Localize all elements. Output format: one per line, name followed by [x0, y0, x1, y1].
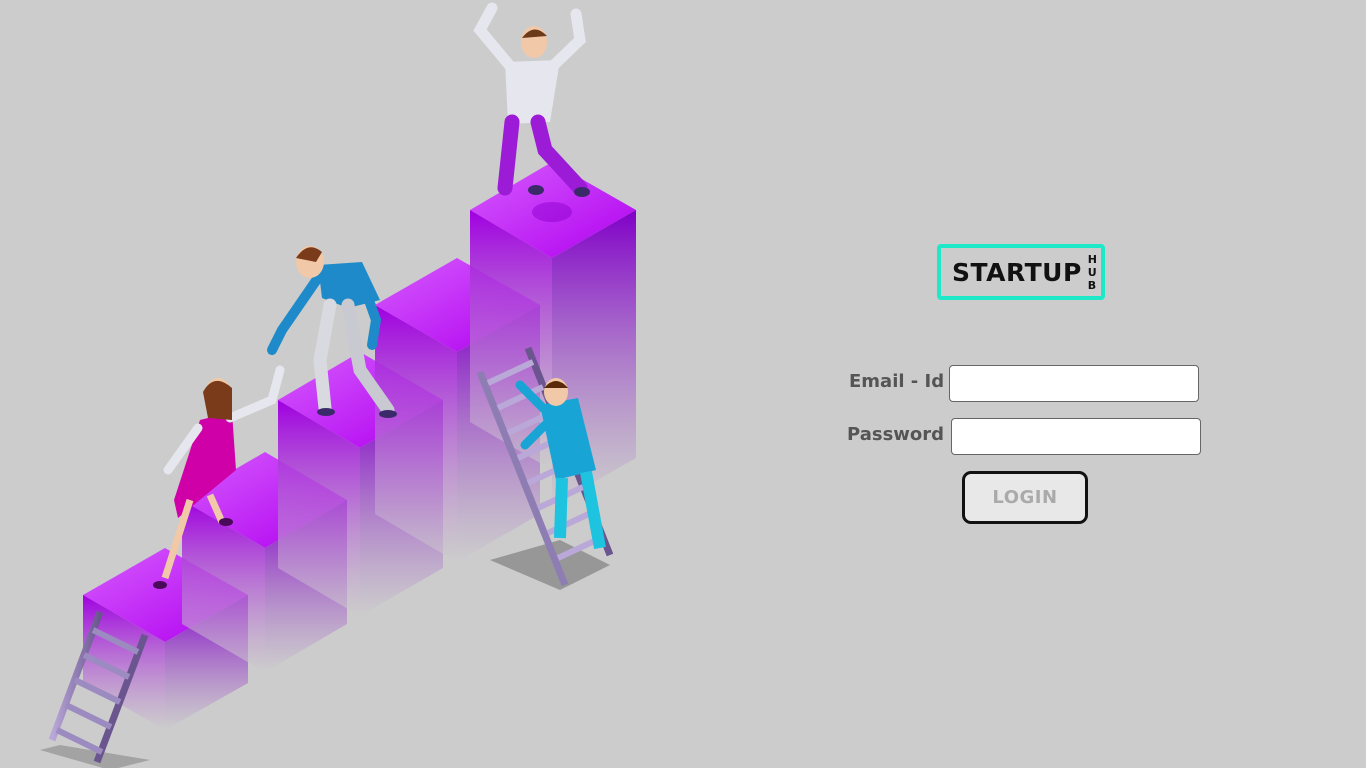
- password-field[interactable]: [951, 418, 1201, 455]
- login-page: STARTUP H U B Email - Id Password LOGIN: [0, 0, 1366, 768]
- logo-side-letter: H: [1087, 252, 1097, 266]
- email-label: Email - Id: [849, 371, 945, 392]
- celebrating-man-figure: [473, 2, 590, 222]
- email-field[interactable]: [949, 365, 1199, 402]
- hero-illustration: [40, 2, 636, 768]
- logo-main-text: STARTUP: [952, 257, 1082, 287]
- logo-side-text: H U B: [1088, 253, 1097, 292]
- logo-side-letter: B: [1087, 278, 1097, 292]
- login-button[interactable]: LOGIN: [962, 471, 1088, 524]
- startup-hub-logo: STARTUP H U B: [937, 244, 1105, 300]
- password-label: Password: [847, 424, 945, 445]
- logo-side-letter: U: [1087, 265, 1097, 279]
